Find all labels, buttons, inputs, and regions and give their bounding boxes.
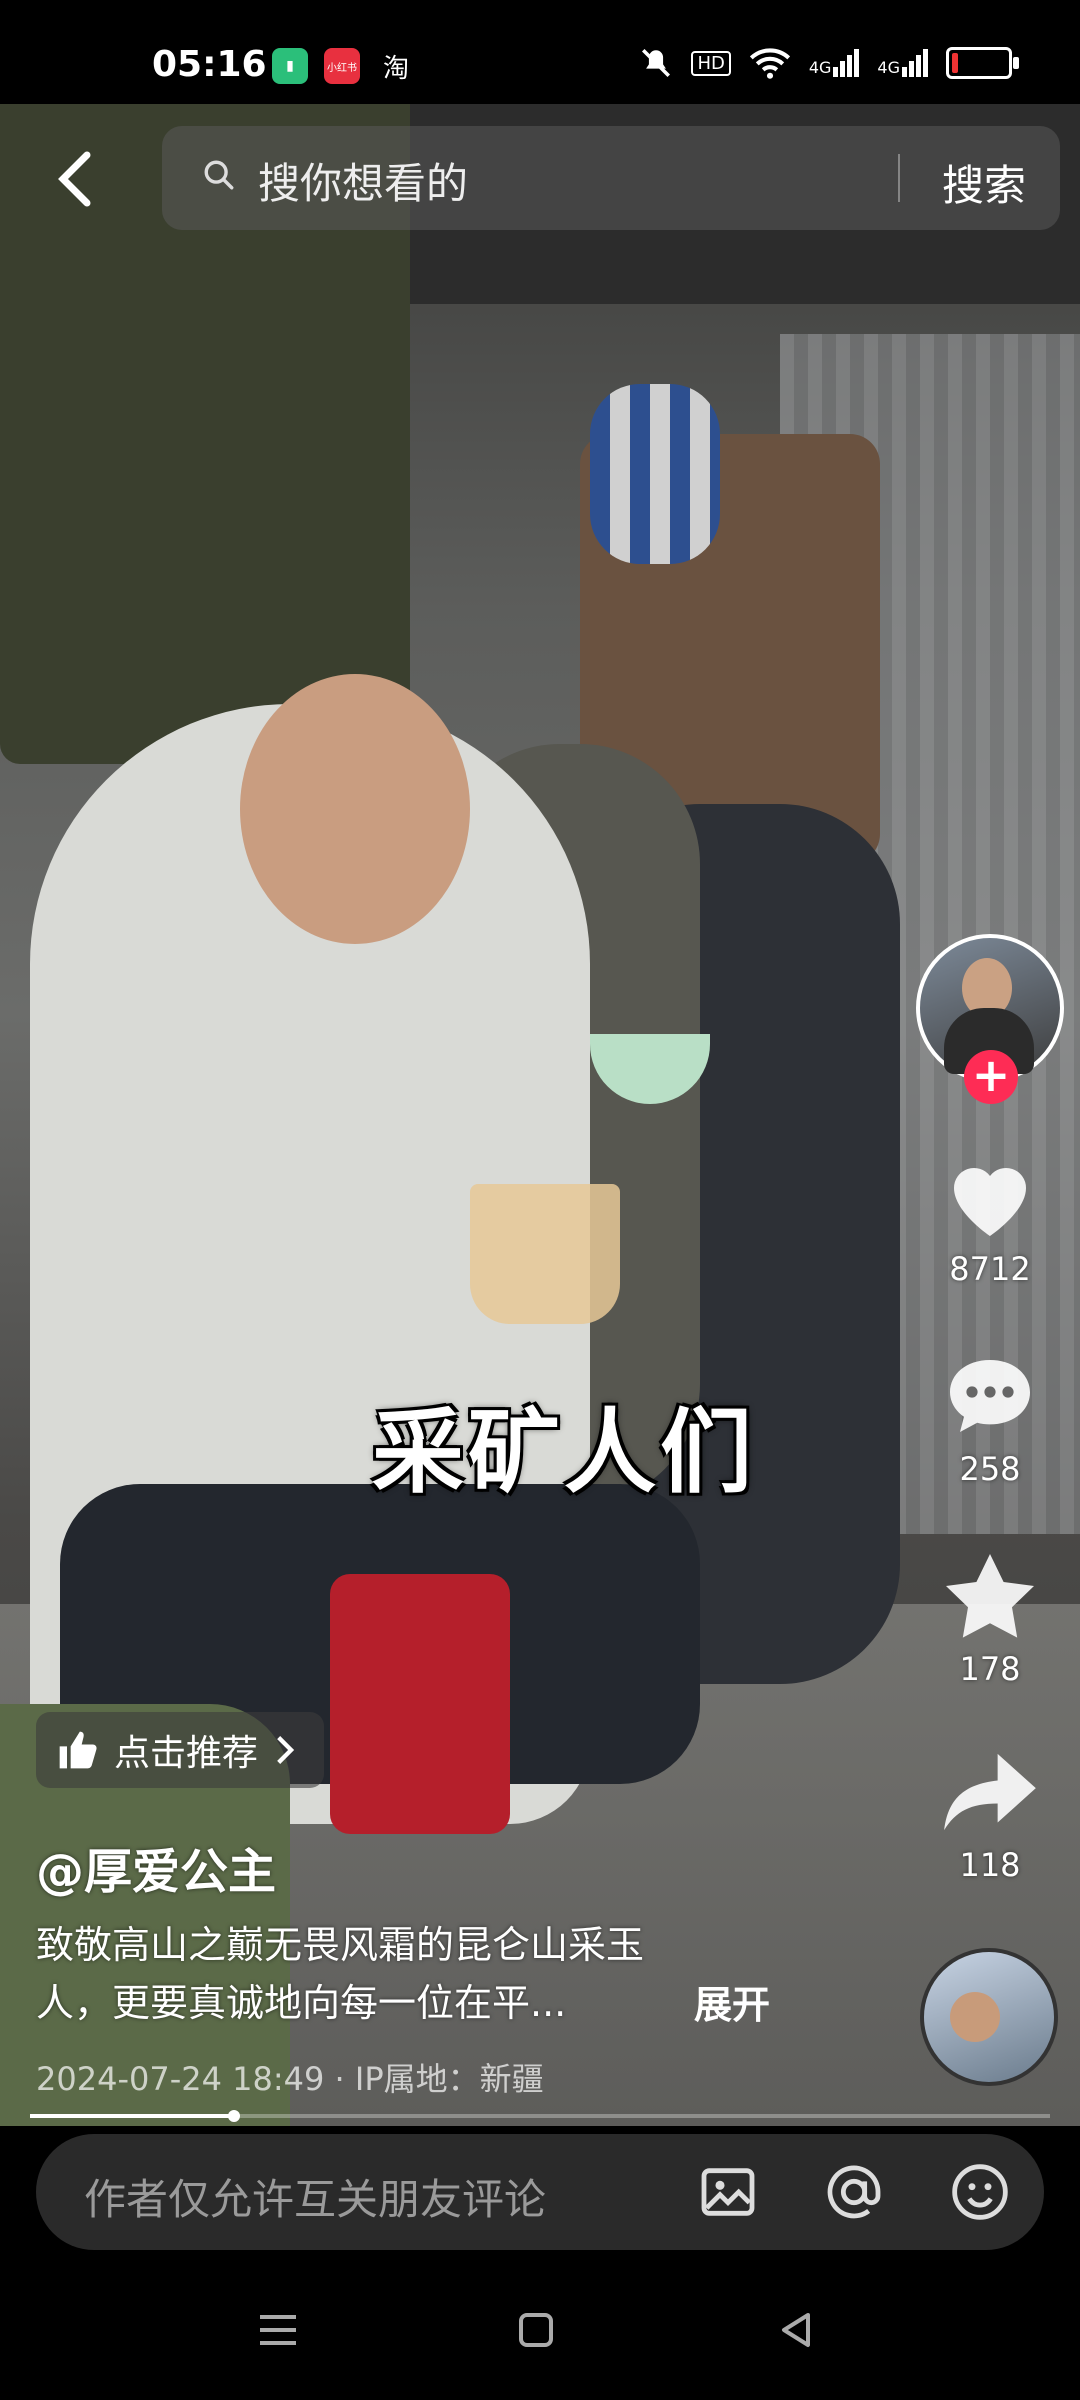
hd-indicator: HD bbox=[691, 50, 731, 76]
like-button[interactable]: 8712 bbox=[920, 1146, 1060, 1288]
search-box[interactable]: 搜你想看的 搜索 bbox=[162, 126, 1060, 230]
back-nav-button[interactable] bbox=[766, 2300, 826, 2360]
expand-button[interactable]: 展开 bbox=[694, 1974, 770, 2029]
favorite-button[interactable]: 178 bbox=[920, 1546, 1060, 1688]
share-icon bbox=[944, 1753, 1036, 1831]
battery-icon bbox=[946, 47, 1019, 79]
search-input[interactable]: 搜你想看的 bbox=[258, 150, 858, 211]
progress-knob[interactable] bbox=[228, 2110, 240, 2122]
thumbs-up-icon bbox=[59, 1731, 97, 1769]
app-notification-icon: ▮ bbox=[272, 48, 308, 84]
search-button[interactable]: 搜索 bbox=[942, 152, 1026, 213]
video-progress-bar[interactable] bbox=[30, 2110, 1050, 2122]
home-square-icon bbox=[519, 2313, 553, 2347]
comment-input[interactable]: 作者仅允许互关朋友评论 bbox=[84, 2166, 546, 2227]
mute-icon bbox=[642, 48, 671, 78]
back-button[interactable] bbox=[40, 144, 110, 214]
comment-button[interactable]: 258 bbox=[920, 1346, 1060, 1488]
author-name[interactable]: @厚爱公主 bbox=[36, 1832, 276, 1902]
status-bar: 05:16 ▮ 小红书 淘 HD 4G 4G bbox=[0, 0, 1080, 104]
favorite-count: 178 bbox=[959, 1650, 1021, 1688]
taobao-notification-icon: 淘 bbox=[382, 53, 409, 84]
recents-button[interactable] bbox=[248, 2300, 308, 2360]
recommend-label: 点击推荐 bbox=[114, 1733, 259, 1774]
video-caption: 采矿人们 bbox=[372, 1399, 757, 1506]
progress-fill bbox=[30, 2114, 234, 2118]
share-count: 118 bbox=[959, 1846, 1021, 1884]
at-icon[interactable] bbox=[822, 2160, 886, 2224]
follow-button[interactable]: + bbox=[964, 1050, 1018, 1104]
comment-area: 作者仅允许互关朋友评论 bbox=[0, 2126, 1080, 2256]
signal-2: 4G bbox=[877, 49, 928, 77]
signal-1: 4G bbox=[809, 49, 860, 77]
chevron-right-icon bbox=[277, 1736, 295, 1764]
share-button[interactable]: 118 bbox=[920, 1742, 1060, 1884]
image-icon[interactable] bbox=[696, 2160, 760, 2224]
system-navigation-bar bbox=[0, 2256, 1080, 2400]
emoji-icon[interactable] bbox=[948, 2160, 1012, 2224]
status-time: 05:16 bbox=[152, 44, 267, 85]
comment-icon bbox=[950, 1360, 1030, 1432]
wifi-icon bbox=[749, 48, 790, 79]
xiaohongshu-notification-icon: 小红书 bbox=[324, 48, 360, 84]
menu-icon bbox=[260, 2315, 296, 2345]
comment-count: 258 bbox=[959, 1450, 1021, 1488]
search-bar-area: 搜你想看的 搜索 bbox=[0, 118, 1080, 238]
description-line-1: 致敬高山之巅无畏风霜的昆仑山采玉 bbox=[36, 1923, 645, 1967]
like-count: 8712 bbox=[949, 1250, 1031, 1288]
recommend-button[interactable]: 点击推荐 bbox=[36, 1712, 325, 1788]
video-player[interactable] bbox=[0, 104, 1080, 2126]
post-meta: 2024-07-24 18:49 · IP属地：新疆 bbox=[36, 2060, 544, 2098]
comment-bar[interactable]: 作者仅允许互关朋友评论 bbox=[36, 2134, 1044, 2250]
heart-icon bbox=[954, 1168, 1026, 1236]
search-icon bbox=[204, 160, 234, 190]
music-disc[interactable] bbox=[920, 1948, 1058, 2086]
status-indicators: HD 4G 4G bbox=[639, 46, 1019, 80]
back-triangle-icon bbox=[782, 2313, 810, 2347]
author-avatar[interactable]: + bbox=[916, 934, 1064, 1104]
back-icon bbox=[58, 151, 91, 207]
star-icon bbox=[946, 1554, 1034, 1638]
home-button[interactable] bbox=[506, 2300, 566, 2360]
